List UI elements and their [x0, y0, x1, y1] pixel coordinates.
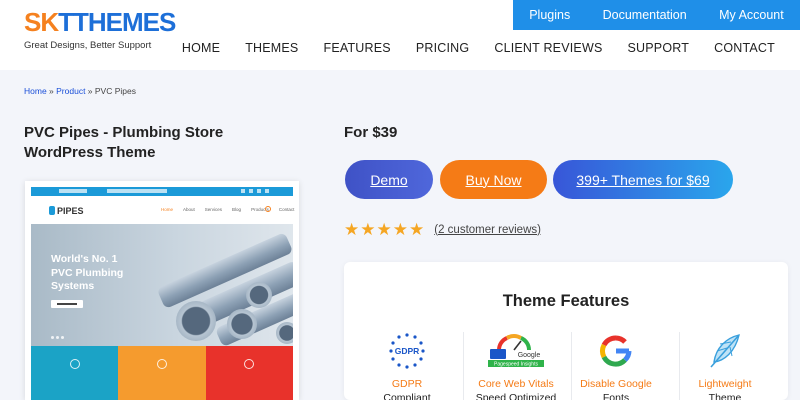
site-header: SKTTHEMES Great Designs, Better Support … [0, 0, 800, 70]
logo-wordmark: SKTTHEMES [24, 7, 176, 37]
customer-reviews-link[interactable]: (2 customer reviews) [434, 224, 541, 236]
demo-button[interactable]: Demo [345, 160, 433, 199]
preview-menu: Home About Services Blog Products Contac… [161, 207, 294, 212]
preview-tile [31, 346, 119, 400]
tile-icon [156, 359, 167, 369]
nav-contact[interactable]: CONTACT [714, 41, 775, 55]
feature-core-web-vitals: Google Pagespeed Insights Core Web Vital… [461, 332, 571, 400]
preview-nav: PIPES Home About Services Blog Products … [31, 196, 294, 224]
preview-top-strip [31, 187, 293, 196]
preview-hero: World's No. 1 PVC Plumbing Systems [31, 224, 293, 346]
nav-support[interactable]: SUPPORT [628, 41, 690, 55]
pipe-end-graphic [176, 301, 216, 341]
features-heading: Theme Features [502, 292, 630, 310]
feature-label: GDPR [391, 378, 423, 390]
star-rating: ★ ★ ★ ★ ★ [344, 221, 424, 238]
main-navigation: HOME THEMES FEATURES PRICING CLIENT REVI… [182, 41, 775, 55]
breadcrumb-current: PVC Pipes [94, 86, 136, 96]
feature-sublabel: Fonts [602, 392, 630, 400]
feature-label: Core Web Vitals [478, 378, 554, 390]
preview-search-icon [265, 206, 271, 212]
feature-gdpr: GDPR GDPR Compliant [352, 332, 462, 400]
topbar-link-plugins[interactable]: Plugins [529, 8, 570, 22]
pagespeed-icon: Google Pagespeed Insights [485, 332, 547, 370]
logo-tagline: Great Designs, Better Support [24, 40, 152, 51]
site-logo[interactable]: SKTTHEMES Great Designs, Better Support [24, 8, 176, 54]
buy-now-button[interactable]: Buy Now [440, 160, 547, 199]
star-icon: ★ [376, 220, 392, 239]
preview-menu-item: Home [161, 207, 174, 212]
preview-menu-item: Services [204, 207, 223, 212]
breadcrumb-home[interactable]: Home [24, 86, 47, 96]
theme-bundle-button[interactable]: 399+ Themes for $69 [553, 160, 733, 199]
preview-menu-item: Contact [278, 207, 295, 212]
feature-sublabel: Theme [708, 392, 742, 400]
preview-menu-item: Blog [232, 207, 242, 212]
theme-preview-image[interactable]: PIPES Home About Services Blog Products … [25, 181, 299, 400]
pipe-end-graphic [246, 282, 272, 308]
breadcrumb-product[interactable]: Product [56, 86, 85, 96]
product-price: For $39 [344, 124, 398, 141]
top-utility-bar: Plugins Documentation My Account [513, 0, 800, 30]
preview-menu-item: About [183, 207, 195, 212]
preview-feature-tiles [31, 346, 293, 400]
feature-disable-google-fonts: Disable Google Fonts [561, 332, 671, 400]
nav-features[interactable]: FEATURES [323, 41, 390, 55]
preview-hero-button [51, 300, 83, 308]
feature-sublabel: Speed Optimized [475, 392, 557, 400]
pipe-end-graphic [276, 322, 293, 344]
preview-tile [205, 346, 293, 400]
nav-client-reviews[interactable]: CLIENT REVIEWS [494, 41, 602, 55]
star-icon: ★ [392, 220, 408, 239]
feature-label: Disable Google [580, 378, 652, 390]
feature-lightweight: Lightweight Theme [670, 332, 780, 400]
preview-hero-heading: World's No. 1 PVC Plumbing Systems [51, 253, 124, 292]
nav-pricing[interactable]: PRICING [416, 41, 470, 55]
google-icon [597, 332, 635, 370]
preview-slider-dots [51, 336, 64, 339]
feature-label: Lightweight [698, 378, 752, 390]
product-rating: ★ ★ ★ ★ ★ (2 customer reviews) [344, 221, 541, 238]
feature-sublabel: Compliant [383, 392, 431, 400]
gdpr-icon: GDPR [388, 332, 426, 370]
breadcrumb-separator: » [85, 86, 95, 96]
product-title: PVC Pipes - Plumbing Store WordPress The… [24, 124, 224, 161]
theme-features-card: Theme Features GDPR GDPR Compliant Googl… [344, 262, 788, 400]
tile-icon [244, 359, 255, 369]
preview-logo: PIPES [57, 206, 84, 216]
svg-text:Pagespeed Insights: Pagespeed Insights [494, 362, 538, 368]
topbar-link-my-account[interactable]: My Account [719, 8, 784, 22]
preview-logo-icon [49, 206, 55, 215]
nav-themes[interactable]: THEMES [245, 41, 298, 55]
star-icon: ★ [409, 220, 425, 239]
feather-icon [706, 332, 744, 370]
star-icon: ★ [360, 220, 376, 239]
svg-text:GDPR: GDPR [395, 346, 420, 356]
breadcrumb-separator: » [46, 86, 57, 96]
topbar-link-documentation[interactable]: Documentation [603, 8, 687, 22]
star-icon: ★ [344, 220, 360, 239]
preview-tile [118, 346, 206, 400]
breadcrumb: Home » Product » PVC Pipes [24, 86, 136, 96]
svg-text:Google: Google [518, 352, 541, 359]
tile-icon [69, 359, 80, 369]
nav-home[interactable]: HOME [182, 41, 220, 55]
pipe-end-graphic [227, 309, 257, 339]
